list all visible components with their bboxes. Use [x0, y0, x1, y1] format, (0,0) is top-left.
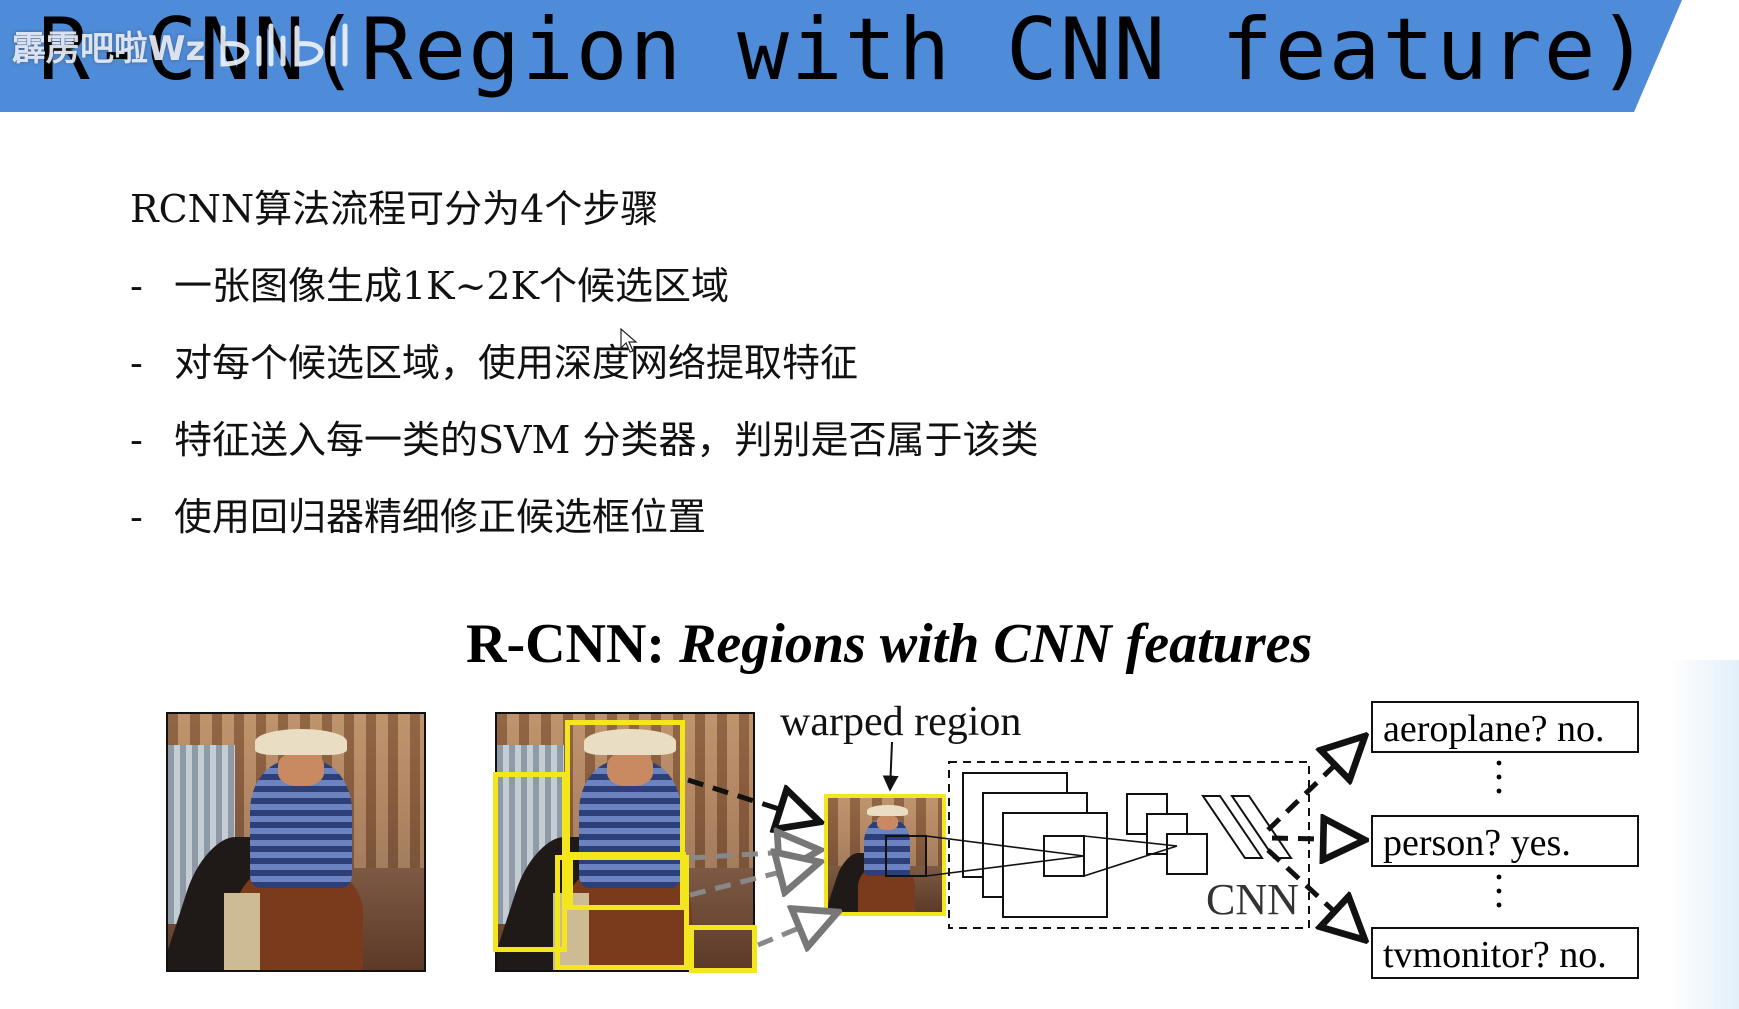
warp-arrow [687, 777, 820, 822]
result-person: person? yes. [1371, 815, 1639, 867]
receptive-field [885, 835, 927, 877]
warp-arrow [757, 912, 838, 945]
cnn-label: CNN [1206, 875, 1299, 924]
vertical-ellipsis-icon [1496, 874, 1502, 908]
result-aeroplane: aeroplane? no. [1371, 701, 1639, 753]
ellipsis-dots [1495, 758, 1502, 798]
result-tvmonitor: tvmonitor? no. [1371, 927, 1639, 979]
feature-map [1166, 833, 1208, 875]
warp-label-arrow [882, 741, 899, 792]
vertical-ellipsis-icon [1496, 760, 1502, 794]
warp-arrow [689, 850, 820, 858]
class-arrow [1266, 736, 1365, 832]
ellipsis-dots [1495, 872, 1502, 912]
warp-arrow [689, 862, 820, 895]
class-arrow [1271, 838, 1365, 840]
screen-glare [1669, 660, 1739, 1009]
